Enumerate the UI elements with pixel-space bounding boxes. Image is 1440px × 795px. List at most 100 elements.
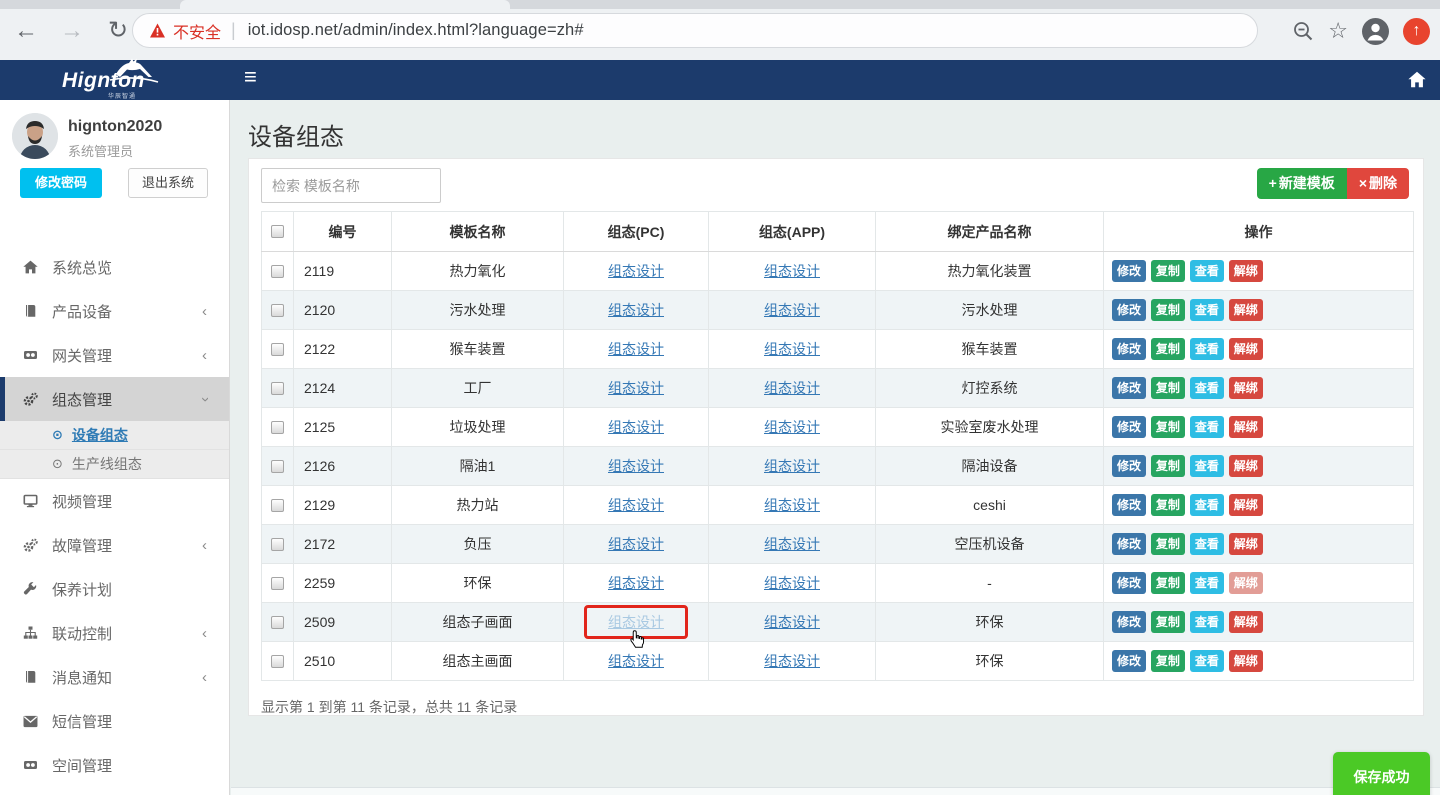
- change-password-button[interactable]: 修改密码: [20, 168, 102, 198]
- row-checkbox[interactable]: [271, 616, 284, 629]
- row-checkbox[interactable]: [271, 265, 284, 278]
- view-button[interactable]: 查看: [1190, 494, 1224, 516]
- browser-update-icon[interactable]: ↑: [1403, 18, 1430, 45]
- copy-button[interactable]: 复制: [1151, 494, 1185, 516]
- sidebar-item-fault[interactable]: 故障管理 ‹: [0, 523, 229, 567]
- app-config-link[interactable]: 组态设计: [764, 614, 820, 630]
- pc-config-link[interactable]: 组态设计: [608, 614, 664, 630]
- unbind-button[interactable]: 解绑: [1229, 611, 1263, 633]
- view-button[interactable]: 查看: [1190, 299, 1224, 321]
- reload-button[interactable]: ↻: [104, 13, 132, 49]
- sidebar-item-sms[interactable]: 短信管理: [0, 699, 229, 743]
- edit-button[interactable]: 修改: [1112, 494, 1146, 516]
- copy-button[interactable]: 复制: [1151, 416, 1185, 438]
- home-icon[interactable]: [1408, 71, 1426, 88]
- unbind-button[interactable]: 解绑: [1229, 572, 1263, 594]
- pc-config-link[interactable]: 组态设计: [608, 458, 664, 474]
- row-checkbox[interactable]: [271, 499, 284, 512]
- unbind-button[interactable]: 解绑: [1229, 338, 1263, 360]
- pc-config-link[interactable]: 组态设计: [608, 575, 664, 591]
- edit-button[interactable]: 修改: [1112, 260, 1146, 282]
- row-checkbox[interactable]: [271, 460, 284, 473]
- copy-button[interactable]: 复制: [1151, 455, 1185, 477]
- row-checkbox[interactable]: [271, 304, 284, 317]
- edit-button[interactable]: 修改: [1112, 650, 1146, 672]
- view-button[interactable]: 查看: [1190, 416, 1224, 438]
- app-config-link[interactable]: 组态设计: [764, 341, 820, 357]
- new-template-button[interactable]: +新建模板: [1257, 168, 1347, 199]
- app-config-link[interactable]: 组态设计: [764, 575, 820, 591]
- app-config-link[interactable]: 组态设计: [764, 302, 820, 318]
- view-button[interactable]: 查看: [1190, 338, 1224, 360]
- sidebar-toggle-icon[interactable]: ≡: [244, 64, 257, 90]
- edit-button[interactable]: 修改: [1112, 611, 1146, 633]
- sidebar-item-video[interactable]: 视频管理: [0, 479, 229, 523]
- browser-tab[interactable]: [180, 0, 510, 9]
- app-config-link[interactable]: 组态设计: [764, 497, 820, 513]
- unbind-button[interactable]: 解绑: [1229, 416, 1263, 438]
- edit-button[interactable]: 修改: [1112, 455, 1146, 477]
- unbind-button[interactable]: 解绑: [1229, 494, 1263, 516]
- sidebar-item-device-config[interactable]: ⊙ 设备组态: [0, 421, 229, 450]
- unbind-button[interactable]: 解绑: [1229, 299, 1263, 321]
- copy-button[interactable]: 复制: [1151, 650, 1185, 672]
- row-checkbox[interactable]: [271, 421, 284, 434]
- copy-button[interactable]: 复制: [1151, 299, 1185, 321]
- pc-config-link[interactable]: 组态设计: [608, 497, 664, 513]
- unbind-button[interactable]: 解绑: [1229, 260, 1263, 282]
- unbind-button[interactable]: 解绑: [1229, 533, 1263, 555]
- sidebar-item-gateway[interactable]: 网关管理 ‹: [0, 333, 229, 377]
- pc-config-link[interactable]: 组态设计: [608, 536, 664, 552]
- pc-config-link[interactable]: 组态设计: [608, 263, 664, 279]
- pc-config-link[interactable]: 组态设计: [608, 302, 664, 318]
- edit-button[interactable]: 修改: [1112, 377, 1146, 399]
- pc-config-link[interactable]: 组态设计: [608, 653, 664, 669]
- pc-config-link[interactable]: 组态设计: [608, 419, 664, 435]
- sidebar-item-products[interactable]: 产品设备 ‹: [0, 289, 229, 333]
- sidebar-item-linkage[interactable]: 联动控制 ‹: [0, 611, 229, 655]
- edit-button[interactable]: 修改: [1112, 416, 1146, 438]
- app-config-link[interactable]: 组态设计: [764, 536, 820, 552]
- view-button[interactable]: 查看: [1190, 260, 1224, 282]
- app-config-link[interactable]: 组态设计: [764, 380, 820, 396]
- user-avatar[interactable]: [12, 113, 58, 159]
- sidebar-item-overview[interactable]: 系统总览: [0, 245, 229, 289]
- view-button[interactable]: 查看: [1190, 572, 1224, 594]
- search-input[interactable]: [261, 168, 441, 203]
- bookmark-star-icon[interactable]: ☆: [1328, 18, 1348, 44]
- row-checkbox[interactable]: [271, 655, 284, 668]
- row-checkbox[interactable]: [271, 538, 284, 551]
- copy-button[interactable]: 复制: [1151, 533, 1185, 555]
- sidebar-item-line-config[interactable]: ⊙ 生产线组态: [0, 450, 229, 479]
- browser-profile-icon[interactable]: [1362, 18, 1389, 45]
- logout-button[interactable]: 退出系统: [128, 168, 208, 198]
- back-button[interactable]: ←: [12, 13, 40, 49]
- copy-button[interactable]: 复制: [1151, 611, 1185, 633]
- view-button[interactable]: 查看: [1190, 533, 1224, 555]
- view-button[interactable]: 查看: [1190, 611, 1224, 633]
- app-config-link[interactable]: 组态设计: [764, 419, 820, 435]
- sidebar-item-maintenance[interactable]: 保养计划: [0, 567, 229, 611]
- delete-button[interactable]: ×删除: [1347, 168, 1409, 199]
- app-config-link[interactable]: 组态设计: [764, 263, 820, 279]
- copy-button[interactable]: 复制: [1151, 377, 1185, 399]
- edit-button[interactable]: 修改: [1112, 533, 1146, 555]
- copy-button[interactable]: 复制: [1151, 338, 1185, 360]
- address-bar[interactable]: 不安全 | iot.idosp.net/admin/index.html?lan…: [132, 13, 1258, 48]
- pc-config-link[interactable]: 组态设计: [608, 380, 664, 396]
- pc-config-link[interactable]: 组态设计: [608, 341, 664, 357]
- select-all-checkbox[interactable]: [271, 225, 284, 238]
- app-config-link[interactable]: 组态设计: [764, 458, 820, 474]
- view-button[interactable]: 查看: [1190, 455, 1224, 477]
- view-button[interactable]: 查看: [1190, 377, 1224, 399]
- row-checkbox[interactable]: [271, 577, 284, 590]
- copy-button[interactable]: 复制: [1151, 260, 1185, 282]
- row-checkbox[interactable]: [271, 382, 284, 395]
- sidebar-item-config[interactable]: 组态管理 ‹: [0, 377, 229, 421]
- zoom-out-icon[interactable]: [1292, 20, 1314, 42]
- view-button[interactable]: 查看: [1190, 650, 1224, 672]
- sidebar-item-notification[interactable]: 消息通知 ‹: [0, 655, 229, 699]
- edit-button[interactable]: 修改: [1112, 299, 1146, 321]
- sidebar-item-space[interactable]: 空间管理: [0, 743, 229, 787]
- copy-button[interactable]: 复制: [1151, 572, 1185, 594]
